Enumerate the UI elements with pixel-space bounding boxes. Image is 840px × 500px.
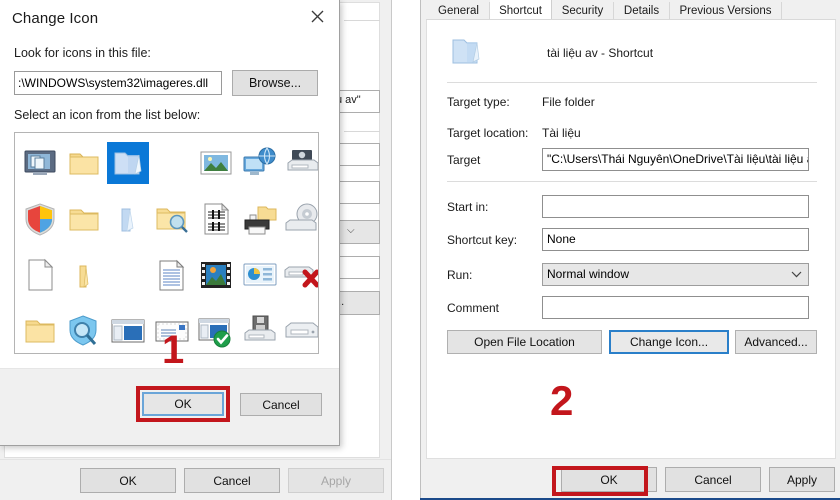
target-input[interactable]: "C:\Users\Thái Nguyên\OneDrive\Tài liệu\… [542, 148, 809, 171]
tab-previous-versions[interactable]: Previous Versions [670, 2, 782, 20]
folder-closed-icon[interactable] [63, 198, 105, 240]
comment-label: Comment [447, 301, 500, 315]
window-pane-icon[interactable] [107, 310, 149, 352]
change-icon-title-bar: Change Icon [0, 0, 339, 38]
screen-root: u av" ⌵ ... OK Cancel Apply Change Icon [0, 0, 840, 500]
run-combobox[interactable]: Normal window [542, 263, 809, 286]
comment-input[interactable] [542, 296, 809, 319]
floppy-drive-icon[interactable] [239, 310, 281, 352]
icon-grid [15, 137, 318, 353]
shield-search-icon[interactable] [63, 310, 105, 352]
tab-security[interactable]: Security [552, 2, 614, 20]
properties-window: General Shortcut Security Details Previous V… [420, 0, 840, 500]
film-strip-icon[interactable] [195, 254, 237, 296]
browse-button[interactable]: Browse... [232, 70, 318, 96]
background-apply-button: Apply [288, 468, 384, 493]
remote-desktop-icon[interactable] [19, 142, 61, 184]
background-rule-mid [344, 131, 380, 132]
folder-search-icon[interactable] [151, 198, 193, 240]
background-ok-button[interactable]: OK [80, 468, 176, 493]
folder-shortcut-blue-icon[interactable] [107, 142, 149, 184]
target-type-value: File folder [542, 95, 595, 109]
change-icon-title: Change Icon [12, 10, 99, 27]
change-icon-cancel-button[interactable]: Cancel [240, 393, 322, 416]
step-marker-1: 1 [162, 328, 185, 372]
shortcut-tab-page: tài liệu av - Shortcut Target type: File… [426, 20, 836, 459]
icon-grid-row [15, 137, 318, 193]
select-icon-label: Select an icon from the list below: [14, 108, 201, 122]
properties-ok-highlight [552, 466, 648, 496]
advanced-button[interactable]: Advanced... [735, 330, 817, 354]
icon-list[interactable] [14, 132, 319, 354]
icon-file-path-input[interactable]: :\WINDOWS\system32\imageres.dll [14, 71, 222, 95]
background-rule-top [344, 20, 380, 21]
icon-grid-row [15, 249, 318, 305]
shortcut-key-label: Shortcut key: [447, 233, 518, 247]
open-file-location-button[interactable]: Open File Location [447, 330, 602, 354]
lined-document-icon[interactable] [151, 254, 193, 296]
music-document-icon[interactable] [195, 198, 237, 240]
shortcut-key-input[interactable]: None [542, 228, 809, 251]
folder-plain-icon[interactable] [19, 310, 61, 352]
change-icon-body: Look for icons in this file: :\WINDOWS\s… [0, 38, 339, 387]
change-icon-ok-button[interactable]: OK [142, 392, 224, 416]
change-icon-button[interactable]: Change Icon... [609, 330, 729, 354]
window-check-icon[interactable] [195, 310, 237, 352]
drive-error-icon[interactable] [281, 254, 318, 296]
printer-folder-icon[interactable] [239, 198, 281, 240]
disk-drive-icon[interactable] [281, 142, 318, 184]
header-divider [447, 82, 817, 83]
properties-tab-strip: General Shortcut Security Details Previous V… [426, 0, 836, 21]
chevron-down-icon[interactable] [790, 268, 802, 280]
change-icon-dialog: Change Icon Look for icons in this file:… [0, 0, 340, 446]
properties-cancel-button[interactable]: Cancel [665, 467, 761, 492]
picture-frame-icon[interactable] [195, 142, 237, 184]
folder-thin-icon[interactable] [63, 254, 105, 296]
change-icon-footer: OK Cancel [0, 368, 339, 445]
tab-details[interactable]: Details [614, 2, 670, 20]
run-label: Run: [447, 268, 473, 282]
folder-open-icon[interactable] [63, 142, 105, 184]
target-type-label: Target type: [447, 95, 510, 109]
close-icon[interactable] [295, 0, 339, 32]
chevron-down-icon: ⌵ [347, 225, 355, 236]
target-label: Target [447, 153, 481, 167]
hard-drive-icon[interactable] [281, 310, 318, 352]
folder-shortcut-icon [447, 39, 487, 75]
start-in-input[interactable] [542, 195, 809, 218]
start-in-label: Start in: [447, 200, 489, 214]
step-marker-2: 2 [550, 377, 574, 424]
shortcut-name-label: tài liệu av - Shortcut [547, 46, 654, 60]
properties-apply-button[interactable]: Apply [769, 467, 835, 492]
network-monitor-icon[interactable] [239, 142, 281, 184]
presentation-icon[interactable] [239, 254, 281, 296]
windows-shield-icon[interactable] [19, 198, 61, 240]
tab-shortcut[interactable]: Shortcut [490, 0, 552, 21]
icon-grid-row [15, 193, 318, 249]
blank-document-icon[interactable] [19, 254, 61, 296]
mid-divider [447, 181, 817, 182]
look-for-icons-label: Look for icons in this file: [14, 46, 151, 60]
tab-general[interactable]: General [428, 2, 490, 20]
target-location-label: Target location: [447, 126, 529, 140]
background-button-bar: OK Cancel Apply [0, 459, 391, 500]
optical-drive-icon[interactable] [281, 198, 318, 240]
target-location-value: Tài liệu [542, 126, 581, 140]
background-cancel-button[interactable]: Cancel [184, 468, 280, 493]
run-combobox-value: Normal window [547, 267, 630, 281]
shortcut-header: tài liệu av - Shortcut [447, 32, 817, 76]
folder-blue-icon[interactable] [107, 198, 149, 240]
